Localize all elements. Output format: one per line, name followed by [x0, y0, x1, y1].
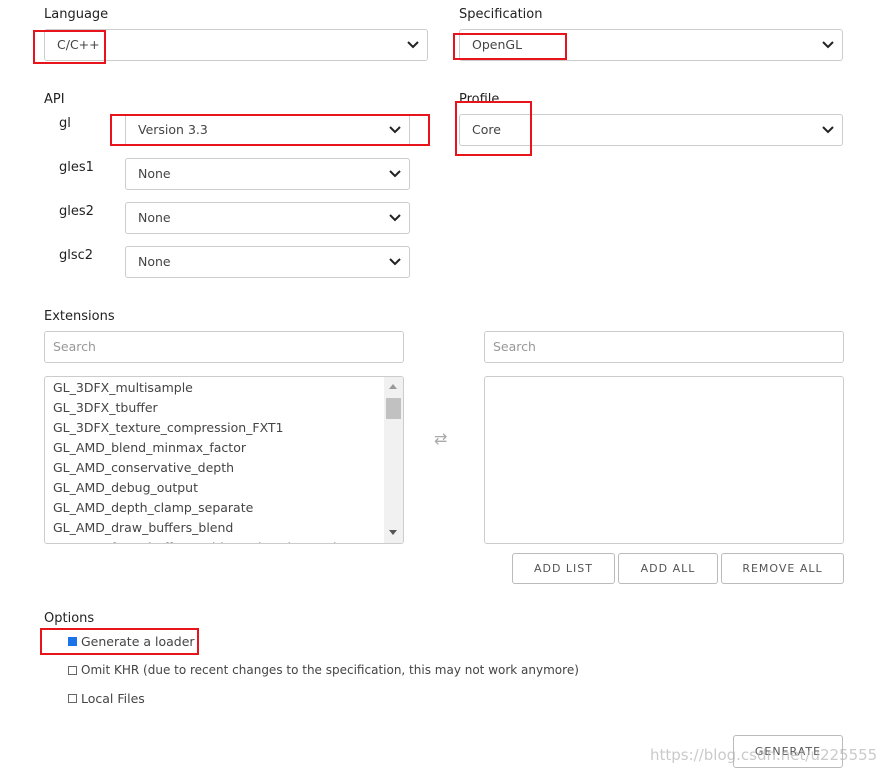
profile-value: Core	[472, 122, 501, 137]
language-select[interactable]: C/C++	[44, 29, 428, 61]
api-gles1-label: gles1	[59, 160, 94, 175]
api-gles1-value: None	[138, 166, 171, 181]
chevron-down-icon	[389, 125, 401, 135]
api-gl-select[interactable]: Version 3.3	[125, 114, 410, 146]
extension-list-item[interactable]: GL_3DFX_multisample	[45, 378, 403, 398]
generate-loader-label: Generate a loader	[81, 634, 195, 649]
chevron-down-icon	[822, 40, 834, 50]
scrollbar-thumb[interactable]	[386, 398, 401, 419]
available-extensions-list[interactable]: GL_3DFX_multisample GL_3DFX_tbuffer GL_3DF…	[44, 376, 404, 544]
specification-select[interactable]: OpenGL	[459, 29, 843, 61]
api-glsc2-select[interactable]: None	[125, 246, 410, 278]
extension-list-item[interactable]: GL_AMD_conservative_depth	[45, 458, 403, 478]
api-glsc2-value: None	[138, 254, 171, 269]
language-value: C/C++	[57, 37, 100, 52]
chevron-down-icon	[389, 257, 401, 267]
local-files-label: Local Files	[81, 691, 145, 706]
scroll-down-icon[interactable]	[389, 530, 397, 535]
add-list-button[interactable]: ADD LIST	[512, 553, 615, 584]
selected-extensions-list[interactable]	[484, 376, 844, 544]
specification-value: OpenGL	[472, 37, 523, 52]
omit-khr-label: Omit KHR (due to recent changes to the s…	[81, 663, 579, 677]
chevron-down-icon	[389, 169, 401, 179]
chevron-down-icon	[822, 125, 834, 135]
options-label: Options	[44, 611, 95, 626]
language-label: Language	[44, 7, 109, 22]
profile-select[interactable]: Core	[459, 114, 843, 146]
extension-list-item[interactable]: GL_AMD_depth_clamp_separate	[45, 498, 403, 518]
api-gl-value: Version 3.3	[138, 122, 208, 137]
scrollbar[interactable]	[384, 377, 403, 543]
watermark: https://blog.csdn.net/u22555517	[650, 746, 878, 764]
extension-list-item[interactable]: GL_3DFX_tbuffer	[45, 398, 403, 418]
api-gles2-label: gles2	[59, 204, 94, 219]
api-glsc2-label: glsc2	[59, 248, 94, 263]
local-files-checkbox[interactable]	[68, 694, 77, 703]
extension-list-item[interactable]: GL_AMD_draw_buffers_blend	[45, 518, 403, 538]
chevron-down-icon	[389, 213, 401, 223]
extension-list-item[interactable]: GL_AMD_blend_minmax_factor	[45, 438, 403, 458]
omit-khr-checkbox[interactable]	[68, 666, 77, 675]
remove-all-button[interactable]: REMOVE ALL	[721, 553, 844, 584]
extension-list-item[interactable]: GL_3DFX_texture_compression_FXT1	[45, 418, 403, 438]
extensions-label: Extensions	[44, 309, 115, 324]
swap-arrows-icon[interactable]: ⇄	[434, 429, 447, 448]
add-all-button[interactable]: ADD ALL	[618, 553, 718, 584]
api-gl-label: gl	[59, 116, 71, 131]
api-label: API	[44, 92, 65, 107]
api-gles2-value: None	[138, 210, 171, 225]
api-gles2-select[interactable]: None	[125, 202, 410, 234]
scroll-up-icon[interactable]	[389, 384, 397, 389]
extensions-search-input[interactable]: Search	[44, 331, 404, 363]
generate-loader-checkbox[interactable]	[68, 637, 77, 646]
extension-list-item[interactable]: GL_AMD_debug_output	[45, 478, 403, 498]
extension-list-item[interactable]: GL_AMD_framebuffer_multisample_advanced	[45, 538, 403, 543]
api-gles1-select[interactable]: None	[125, 158, 410, 190]
specification-label: Specification	[459, 7, 543, 22]
chevron-down-icon	[407, 40, 419, 50]
profile-label: Profile	[459, 92, 500, 107]
selected-extensions-search-input[interactable]: Search	[484, 331, 844, 363]
